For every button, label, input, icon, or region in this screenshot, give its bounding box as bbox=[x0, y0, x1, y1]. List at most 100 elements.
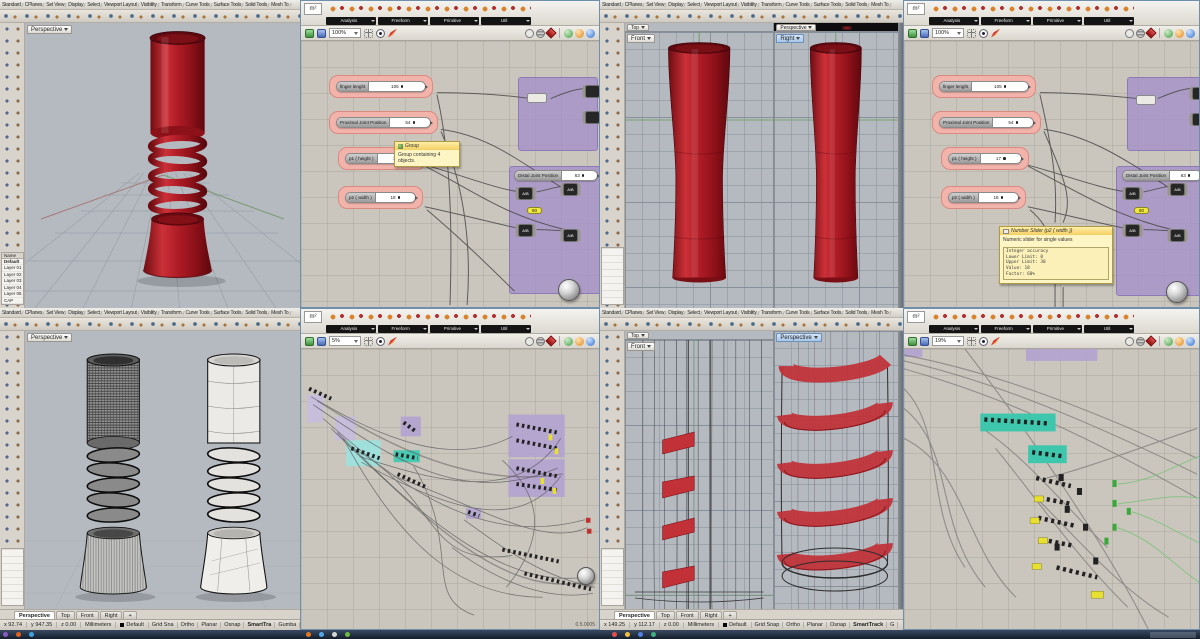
taskbar-app-icon[interactable] bbox=[29, 632, 34, 637]
sketch-pen-icon[interactable] bbox=[388, 29, 397, 38]
slider-track[interactable]: 54 bbox=[390, 120, 430, 125]
gh-tab-icons[interactable] bbox=[929, 2, 1134, 16]
status-pane[interactable]: Gumba bbox=[275, 622, 300, 628]
rhino-main-toolbar[interactable] bbox=[0, 10, 300, 23]
no-preview-icon[interactable] bbox=[525, 29, 534, 38]
save-file-icon[interactable] bbox=[920, 337, 929, 346]
value-panel[interactable]: 60 bbox=[527, 207, 542, 214]
taskbar-app-icon[interactable] bbox=[612, 632, 617, 637]
slider-track[interactable]: 54 bbox=[993, 120, 1033, 125]
viewport-perspective[interactable]: Perspective bbox=[774, 331, 898, 609]
viewport-title-tab[interactable]: Perspective bbox=[27, 25, 72, 34]
number-slider[interactable]: Proximal Joint Position 54 bbox=[336, 117, 431, 128]
slider-grip[interactable] bbox=[401, 85, 404, 88]
green-preview-icon[interactable] bbox=[1164, 29, 1173, 38]
slider-track[interactable]: 18 bbox=[376, 195, 415, 200]
toolbar-tab[interactable]: Surface Tools bbox=[212, 310, 244, 316]
taskbar-app-icon[interactable] bbox=[345, 632, 350, 637]
zoom-extents-icon[interactable] bbox=[364, 29, 373, 38]
gh-compass-ball[interactable] bbox=[558, 279, 580, 301]
viewport-top-sliver[interactable]: Perspective bbox=[774, 23, 898, 32]
orange-preview-icon[interactable] bbox=[575, 337, 584, 346]
toolbar-tab[interactable]: Mesh To bbox=[269, 2, 290, 8]
status-pane[interactable]: G bbox=[887, 622, 898, 628]
toolbar-tab[interactable]: Solid Tools bbox=[243, 2, 269, 8]
current-layer[interactable]: Default bbox=[116, 622, 148, 628]
gh-category[interactable]: Freeform bbox=[981, 17, 1031, 25]
gh-category[interactable]: Primitive bbox=[430, 17, 480, 25]
blue-preview-icon[interactable] bbox=[586, 337, 595, 346]
slider-track[interactable]: 18 bbox=[979, 195, 1018, 200]
status-pane[interactable]: Osnap bbox=[827, 622, 850, 628]
toolbar-tab[interactable]: Standard bbox=[600, 2, 623, 8]
taskbar-app-icon[interactable] bbox=[306, 632, 311, 637]
toolbar-tab[interactable]: Surface Tools bbox=[812, 310, 844, 316]
slider-grip[interactable] bbox=[1188, 174, 1191, 177]
division-component[interactable]: A/B bbox=[518, 224, 533, 237]
toolbar-tab[interactable]: CPlanes bbox=[623, 2, 645, 8]
gh-category[interactable]: Freeform bbox=[378, 17, 428, 25]
slider-grip[interactable] bbox=[413, 121, 416, 124]
number-slider[interactable]: Proximal Joint Position 54 bbox=[939, 117, 1034, 128]
gh-category[interactable]: Analysis bbox=[929, 325, 979, 333]
toolbar-tab[interactable]: Viewport Layout bbox=[102, 310, 139, 316]
open-file-icon[interactable] bbox=[908, 29, 917, 38]
orange-preview-icon[interactable] bbox=[575, 29, 584, 38]
no-preview-icon[interactable] bbox=[525, 337, 534, 346]
status-pane[interactable]: Planar bbox=[804, 622, 827, 628]
rhino-side-toolbar[interactable] bbox=[600, 331, 625, 609]
toolbar-tab[interactable]: Display bbox=[66, 310, 85, 316]
toolbar-tab[interactable]: Visibility bbox=[739, 310, 759, 316]
toolbar-tab[interactable]: Curve Tools bbox=[184, 310, 212, 316]
preview-eye-icon[interactable] bbox=[979, 29, 988, 38]
green-preview-icon[interactable] bbox=[564, 337, 573, 346]
no-preview-icon[interactable] bbox=[1125, 29, 1134, 38]
toolbar-tab[interactable]: Display bbox=[666, 2, 685, 8]
toolbar-tab[interactable]: Transform bbox=[159, 310, 184, 316]
taskbar-app-icon[interactable] bbox=[16, 632, 21, 637]
toolbar-tab[interactable]: Viewport Layout bbox=[702, 2, 739, 8]
viewport-title-tab[interactable]: Front bbox=[627, 342, 655, 351]
save-file-icon[interactable] bbox=[920, 29, 929, 38]
status-pane[interactable]: Ortho bbox=[783, 622, 804, 628]
viewport-tab[interactable]: Right bbox=[100, 611, 123, 619]
taskbar-app-icon[interactable] bbox=[651, 632, 656, 637]
rhino-side-toolbar[interactable] bbox=[0, 331, 25, 609]
toolbar-tab[interactable]: Visibility bbox=[139, 310, 159, 316]
gh-params-icon[interactable]: m² bbox=[907, 3, 925, 15]
toolbar-tab[interactable]: Curve Tools bbox=[184, 2, 212, 8]
slider-track[interactable]: 63 bbox=[1170, 173, 1199, 178]
toolbar-tab[interactable]: Set View bbox=[44, 2, 66, 8]
gh-category[interactable]: Analysis bbox=[326, 325, 376, 333]
slider-grip[interactable] bbox=[1016, 121, 1019, 124]
status-pane[interactable]: Osnap bbox=[221, 622, 244, 628]
number-slider[interactable]: p2 ( width ) 18 bbox=[345, 192, 416, 203]
gh-canvas[interactable]: finger lenght 105 Proximal Joint Positio… bbox=[301, 41, 599, 307]
preview-eye-icon[interactable] bbox=[376, 29, 385, 38]
gh-tab-icons[interactable] bbox=[929, 310, 1134, 324]
gh-component[interactable] bbox=[585, 85, 599, 98]
toolbar-tab[interactable]: Standard bbox=[600, 310, 623, 316]
toolbar-tab[interactable]: Set View bbox=[44, 310, 66, 316]
gh-category[interactable]: Primitive bbox=[430, 325, 480, 333]
rhino-main-toolbar[interactable] bbox=[600, 318, 903, 331]
gh-component[interactable] bbox=[1192, 113, 1199, 126]
status-pane[interactable]: SmartTrack bbox=[850, 622, 887, 628]
green-preview-icon[interactable] bbox=[1164, 337, 1173, 346]
zoom-level-select[interactable]: 5% bbox=[329, 336, 361, 346]
orange-preview-icon[interactable] bbox=[1175, 29, 1184, 38]
toolbar-tab[interactable]: Set View bbox=[644, 310, 666, 316]
number-slider[interactable]: finger lenght 105 bbox=[939, 81, 1029, 92]
toolbar-tab[interactable]: Visibility bbox=[739, 2, 759, 8]
toolbar-tab[interactable]: Transform bbox=[759, 2, 784, 8]
os-taskbar[interactable] bbox=[0, 630, 1200, 639]
blue-preview-icon[interactable] bbox=[1186, 337, 1195, 346]
toolbar-tab[interactable]: Surface Tools bbox=[212, 2, 244, 8]
layers-panel[interactable]: Name DefaultLayer 01Layer 02Layer 03Laye… bbox=[1, 252, 24, 306]
toolbar-tab[interactable]: Mesh To bbox=[269, 310, 290, 316]
zoom-extents-icon[interactable] bbox=[967, 29, 976, 38]
zoom-level-select[interactable]: 100% bbox=[329, 28, 361, 38]
viewport-right[interactable]: Right bbox=[774, 32, 898, 308]
viewport-tab[interactable]: + bbox=[123, 611, 136, 619]
gh-category[interactable]: Util bbox=[1084, 17, 1134, 25]
